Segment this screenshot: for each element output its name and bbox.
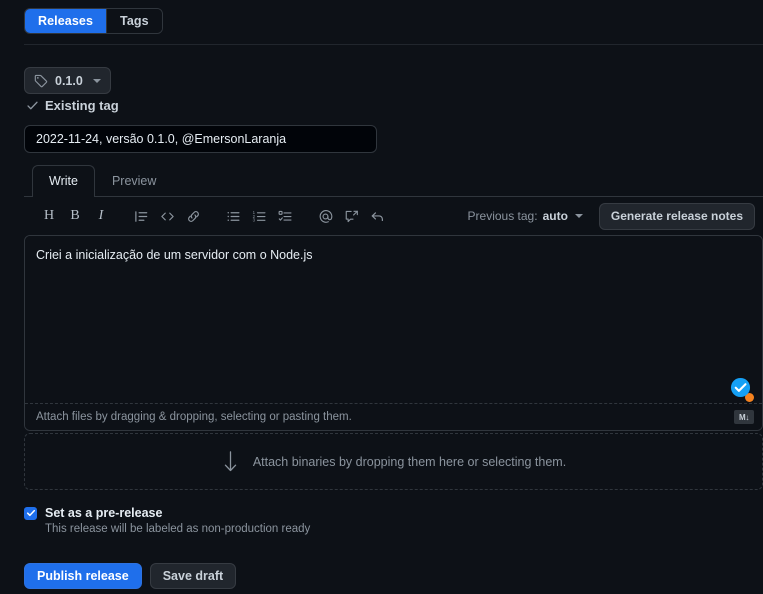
reference-group <box>312 203 390 229</box>
release-description-box: Write Preview H B I 1 2 3 Previous tag: … <box>24 165 763 431</box>
cross-reference-icon[interactable] <box>338 203 364 229</box>
task-list-icon[interactable] <box>272 203 298 229</box>
svg-text:3: 3 <box>252 217 255 222</box>
saved-reply-icon[interactable] <box>364 203 390 229</box>
existing-tag-status: Existing tag <box>26 98 119 113</box>
publish-release-button[interactable]: Publish release <box>24 563 142 589</box>
generate-release-notes-button[interactable]: Generate release notes <box>598 202 755 230</box>
save-draft-button[interactable]: Save draft <box>149 563 237 589</box>
download-arrow-icon <box>221 450 240 474</box>
heading-icon[interactable]: H <box>36 203 62 229</box>
binaries-dropzone[interactable]: Attach binaries by dropping them here or… <box>24 433 763 490</box>
tag-selector-button[interactable]: 0.1.0 <box>24 67 111 94</box>
prerelease-description: This release will be labeled as non-prod… <box>45 523 311 535</box>
form-actions: Publish release Save draft <box>24 563 237 589</box>
editor-container: Attach files by dragging & dropping, sel… <box>24 235 763 431</box>
bold-icon[interactable]: B <box>62 203 88 229</box>
quote-icon[interactable] <box>128 203 154 229</box>
unordered-list-icon[interactable] <box>220 203 246 229</box>
prerelease-row: Set as a pre-release <box>24 506 310 520</box>
existing-tag-label: Existing tag <box>45 98 119 113</box>
prerelease-label[interactable]: Set as a pre-release <box>45 506 162 520</box>
write-preview-tabs: Write Preview <box>24 165 763 197</box>
check-icon <box>26 99 39 112</box>
attach-files-hint: Attach files by dragging & dropping, sel… <box>36 411 352 423</box>
attach-files-bar[interactable]: Attach files by dragging & dropping, sel… <box>25 403 762 430</box>
header-divider <box>24 44 763 45</box>
binaries-dropzone-label: Attach binaries by dropping them here or… <box>252 454 567 469</box>
prerelease-checkbox[interactable] <box>24 506 37 520</box>
tag-selector-value: 0.1.0 <box>55 73 83 88</box>
chevron-down-icon <box>574 214 583 218</box>
tab-preview[interactable]: Preview <box>95 165 173 196</box>
release-description-textarea[interactable] <box>25 236 762 403</box>
tab-tags[interactable]: Tags <box>106 9 162 33</box>
releases-tags-switcher: Releases Tags <box>24 8 163 34</box>
segmented-control: Releases Tags <box>24 8 163 34</box>
italic-icon[interactable]: I <box>88 203 114 229</box>
grammarly-check-icon[interactable] <box>730 377 751 398</box>
markdown-toolbar: H B I 1 2 3 Previous tag: auto Generate … <box>24 197 763 235</box>
mention-icon[interactable] <box>312 203 338 229</box>
ordered-list-icon[interactable]: 1 2 3 <box>246 203 272 229</box>
tab-releases[interactable]: Releases <box>25 9 107 33</box>
code-icon[interactable] <box>154 203 180 229</box>
release-title-input[interactable] <box>24 125 377 153</box>
previous-tag-selector[interactable]: Previous tag: auto <box>462 208 589 224</box>
insert-group <box>128 203 206 229</box>
list-group: 1 2 3 <box>220 203 298 229</box>
prerelease-section: Set as a pre-release This release will b… <box>24 506 310 535</box>
previous-tag-label: Previous tag: <box>467 209 538 223</box>
chevron-down-icon <box>92 78 101 83</box>
previous-tag-value: auto <box>542 209 568 223</box>
tab-write[interactable]: Write <box>32 165 95 197</box>
markdown-icon[interactable]: M↓ <box>734 410 754 424</box>
tag-icon <box>34 74 48 88</box>
link-icon[interactable] <box>180 203 206 229</box>
text-format-group: H B I <box>36 203 114 229</box>
